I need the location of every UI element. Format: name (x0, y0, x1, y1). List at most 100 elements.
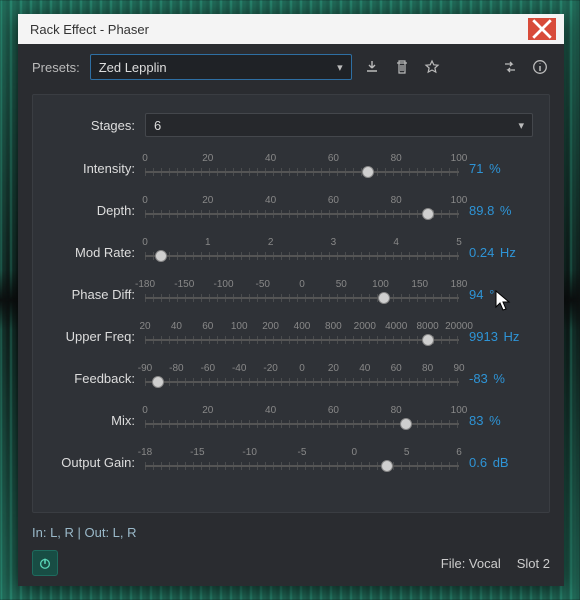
slider-thumb[interactable] (422, 334, 434, 346)
tick-label: 2000 (354, 321, 376, 332)
footer: In: L, R | Out: L, R File: Vocal Slot 2 (32, 525, 550, 576)
tick-label: 100 (451, 153, 468, 164)
slider-value: 71 % (469, 161, 533, 176)
tick-label: 40 (265, 153, 276, 164)
delete-preset-button[interactable] (392, 57, 412, 77)
slider-label: Intensity: (43, 161, 135, 176)
slider-thumb[interactable] (155, 250, 167, 262)
tick-label: 6 (456, 447, 462, 458)
slider-thumb[interactable] (152, 376, 164, 388)
tick-label: 1 (205, 237, 211, 248)
tick-label: 80 (391, 195, 402, 206)
tick-label: 0 (352, 447, 358, 458)
slider-ticks: 020406080100 (145, 195, 459, 209)
titlebar[interactable]: Rack Effect - Phaser (18, 14, 564, 44)
close-icon (528, 15, 556, 43)
slider-row: Mod Rate:0123450.24 Hz (43, 231, 533, 273)
slider-thumb[interactable] (381, 460, 393, 472)
slider-row: Mix:02040608010083 % (43, 399, 533, 441)
tick-label: 60 (328, 405, 339, 416)
presets-row: Presets: Zed Lepplin ▾ (32, 54, 550, 80)
slider-label: Output Gain: (43, 455, 135, 470)
slider-row: Feedback:-90-80-60-40-2002040608090-83 % (43, 357, 533, 399)
slider-track[interactable]: -18-15-10-5056 (145, 447, 459, 477)
preset-value: Zed Lepplin (99, 60, 167, 75)
delete-preset-icon (394, 59, 410, 75)
power-button[interactable] (32, 550, 58, 576)
tick-label: 20 (202, 405, 213, 416)
slider-track[interactable]: -180-150-100-50050100150180 (145, 279, 459, 309)
tick-label: -60 (201, 363, 215, 374)
channel-map-icon (502, 59, 518, 75)
download-preset-button[interactable] (362, 57, 382, 77)
tick-label: -80 (169, 363, 183, 374)
slider-track[interactable]: -90-80-60-40-2002040608090 (145, 363, 459, 393)
chevron-down-icon: ▾ (518, 119, 524, 132)
slider-value: 83 % (469, 413, 533, 428)
slider-ticks: 20406010020040080020004000800020000 (145, 321, 459, 335)
tick-label: 100 (231, 321, 248, 332)
slider-value: 0.24 Hz (469, 245, 533, 260)
tick-label: 4 (393, 237, 399, 248)
slider-ticks: 020406080100 (145, 153, 459, 167)
tick-label: 5 (456, 237, 462, 248)
presets-label: Presets: (32, 60, 80, 75)
tick-label: 100 (372, 279, 389, 290)
bottom-row: File: Vocal Slot 2 (32, 550, 550, 576)
slider-track[interactable]: 0 1 2 3 4 5 (145, 237, 459, 267)
tick-label: 0 (142, 237, 148, 248)
slider-row: Phase Diff:-180-150-100-5005010015018094… (43, 273, 533, 315)
tick-label: 150 (411, 279, 428, 290)
controls-panel: Stages: 6 ▾ Intensity:02040608010071 %De… (32, 94, 550, 513)
tick-label: -180 (135, 279, 155, 290)
favorite-button[interactable] (422, 57, 442, 77)
tick-label: 60 (328, 153, 339, 164)
tick-label: 3 (331, 237, 337, 248)
stages-select[interactable]: 6 ▾ (145, 113, 533, 137)
slider-track[interactable]: 020406080100 (145, 153, 459, 183)
slider-ticks: 0 1 2 3 4 5 (145, 237, 459, 251)
info-button[interactable] (530, 57, 550, 77)
tick-label: 50 (336, 279, 347, 290)
slider-ticks: -18-15-10-5056 (145, 447, 459, 461)
tick-label: -5 (298, 447, 307, 458)
tick-label: -40 (232, 363, 246, 374)
stages-label: Stages: (43, 118, 135, 133)
slider-track[interactable]: 020406080100 (145, 195, 459, 225)
preset-select[interactable]: Zed Lepplin ▾ (90, 54, 352, 80)
favorite-icon (424, 59, 440, 75)
stages-row: Stages: 6 ▾ (43, 109, 533, 141)
tick-label: 180 (451, 279, 468, 290)
slider-track[interactable]: 020406080100 (145, 405, 459, 435)
channel-map-button[interactable] (500, 57, 520, 77)
window-body: Presets: Zed Lepplin ▾ (18, 44, 564, 586)
tick-label: 2 (268, 237, 274, 248)
tick-label: 4000 (385, 321, 407, 332)
tick-label: 0 (142, 195, 148, 206)
file-label: File: Vocal (441, 556, 501, 571)
slider-track[interactable]: 20406010020040080020004000800020000 (145, 321, 459, 351)
tick-label: 20 (202, 153, 213, 164)
slider-thumb[interactable] (362, 166, 374, 178)
slider-thumb[interactable] (378, 292, 390, 304)
slider-thumb[interactable] (422, 208, 434, 220)
tick-label: -18 (138, 447, 152, 458)
slider-value: -83 % (469, 371, 533, 386)
info-icon (532, 59, 548, 75)
tick-label: 60 (202, 321, 213, 332)
tick-label: 60 (328, 195, 339, 206)
io-text: In: L, R | Out: L, R (32, 525, 550, 540)
file-slot-info: File: Vocal Slot 2 (441, 556, 550, 571)
tick-label: 0 (142, 405, 148, 416)
slider-row: Intensity:02040608010071 % (43, 147, 533, 189)
tick-label: 20 (139, 321, 150, 332)
slider-label: Mix: (43, 413, 135, 428)
close-button[interactable] (528, 18, 556, 40)
tick-label: 20 (202, 195, 213, 206)
tick-label: 40 (265, 195, 276, 206)
download-preset-icon (364, 59, 380, 75)
slider-thumb[interactable] (400, 418, 412, 430)
slider-row: Output Gain:-18-15-10-50560.6 dB (43, 441, 533, 483)
chevron-down-icon: ▾ (337, 61, 343, 74)
tick-label: -50 (256, 279, 270, 290)
